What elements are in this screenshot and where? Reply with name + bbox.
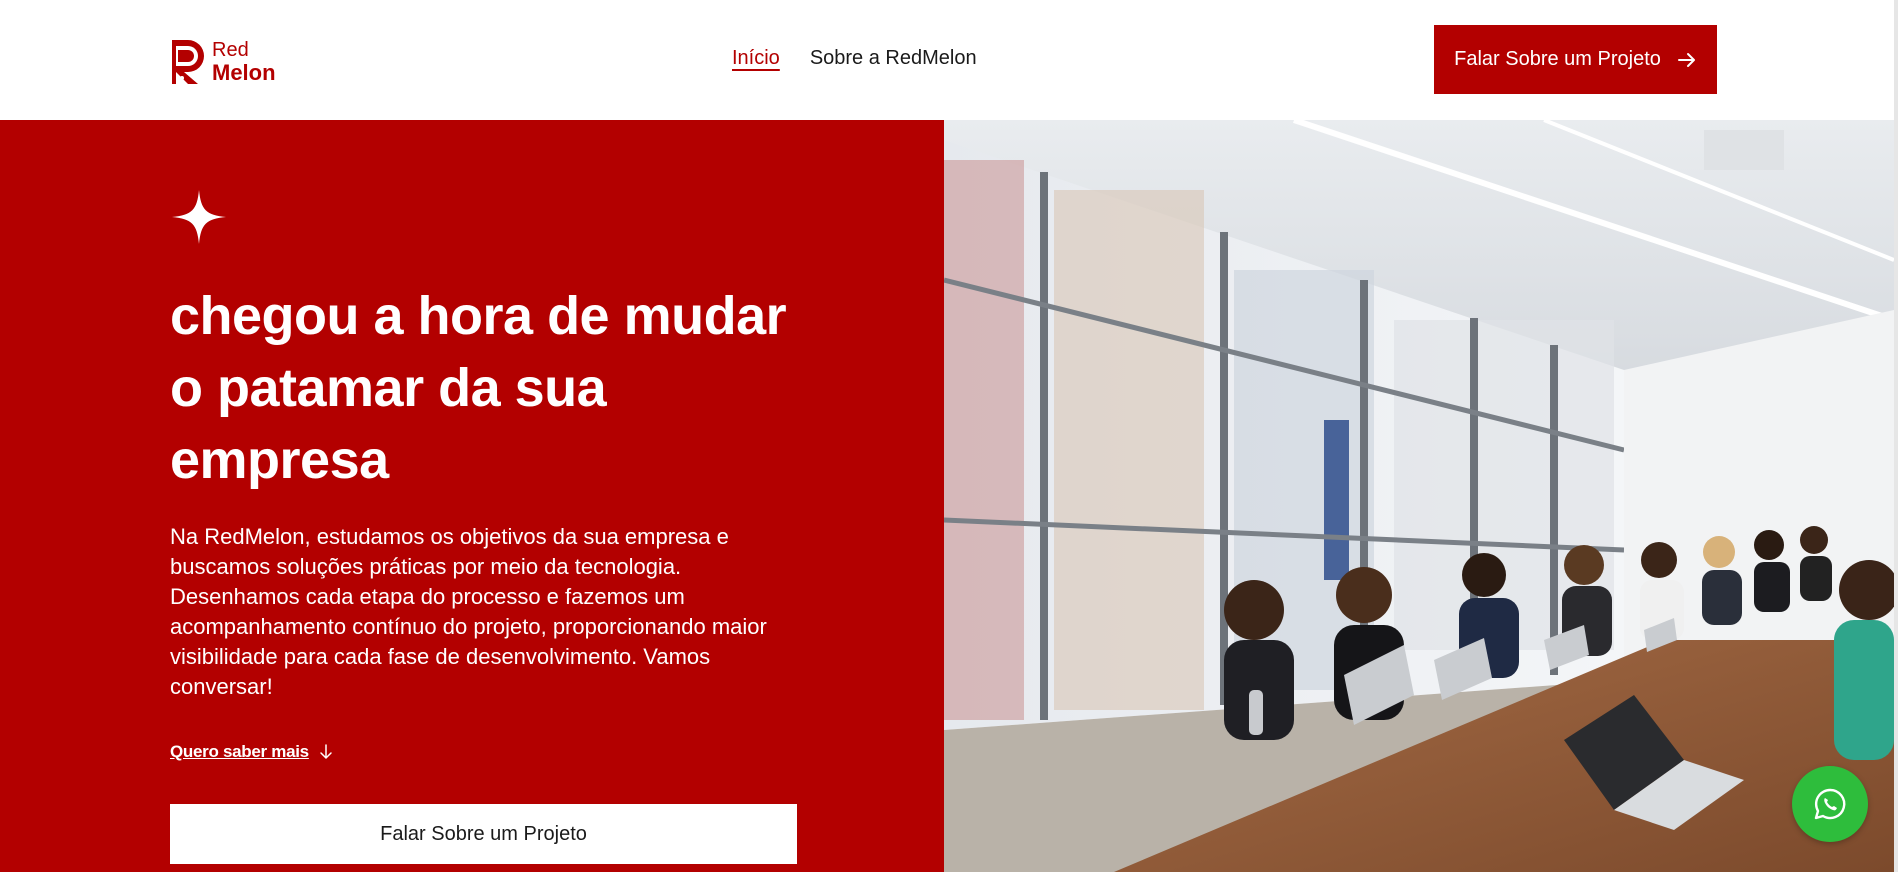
arrow-down-icon <box>320 744 332 759</box>
nav-item-sobre[interactable]: Sobre a RedMelon <box>810 47 977 70</box>
whatsapp-button[interactable] <box>1792 766 1868 842</box>
page: Red Melon Início Sobre a RedMelon Falar … <box>0 0 1898 872</box>
brand-logo[interactable]: Red Melon <box>170 36 290 88</box>
meeting-room-photo <box>944 120 1894 872</box>
whatsapp-icon <box>1814 788 1846 820</box>
sparkle-icon <box>172 190 226 244</box>
main-nav: Início Sobre a RedMelon <box>732 47 977 70</box>
site-header: Red Melon Início Sobre a RedMelon Falar … <box>0 0 1898 120</box>
hero-description: Na RedMelon, estudamos os objetivos da s… <box>170 524 767 699</box>
header-cta-button[interactable]: Falar Sobre um Projeto <box>1434 25 1717 94</box>
brand-name: Red Melon <box>212 38 276 85</box>
nav-item-inicio[interactable]: Início <box>732 47 780 70</box>
redmelon-logo-icon <box>172 40 204 84</box>
hero-cta-label: Falar Sobre um Projeto <box>380 822 587 845</box>
learn-more-label: Quero saber mais <box>170 742 309 761</box>
arrow-right-icon <box>1677 52 1695 67</box>
hero-title: chegou a hora de mudar o patamar da sua … <box>170 286 787 490</box>
scrollbar[interactable] <box>1894 0 1898 872</box>
hero-cta-button[interactable]: Falar Sobre um Projeto <box>170 804 797 864</box>
header-cta-label: Falar Sobre um Projeto <box>1454 48 1661 70</box>
brand-name-line2: Melon <box>212 59 276 85</box>
hero-image <box>944 120 1894 872</box>
learn-more-link[interactable]: Quero saber mais <box>170 742 333 762</box>
hero-section: chegou a hora de mudar o patamar da sua … <box>0 120 944 872</box>
brand-name-line1: Red <box>212 38 249 61</box>
